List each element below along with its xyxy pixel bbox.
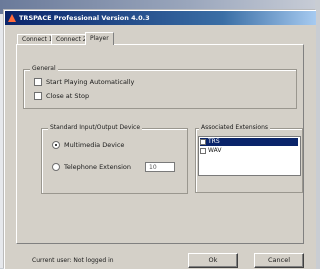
io-device-group-title: Standard Input/Output Device [48, 124, 143, 131]
cancel-button[interactable]: Cancel [254, 253, 304, 268]
start-playing-checkbox[interactable] [34, 78, 42, 86]
status-text: Current user: Not logged in [32, 257, 114, 264]
status-bar: Current user: Not logged in Ok Cancel [5, 251, 316, 269]
start-playing-label: Start Playing Automatically [46, 78, 135, 86]
app-logo-icon [8, 14, 16, 22]
window-title: TRSPACE Professional Version 4.0.3 [19, 14, 150, 22]
io-device-group: Standard Input/Output Device Multimedia … [41, 124, 188, 194]
extension-wav-checkbox[interactable] [200, 147, 206, 154]
extension-item-trs[interactable]: TRS [200, 138, 298, 146]
ok-button[interactable]: Ok [188, 253, 238, 268]
title-bar[interactable]: TRSPACE Professional Version 4.0.3 [5, 11, 316, 25]
associated-extensions-group: Associated Extensions TRS WAV [195, 124, 303, 193]
general-group: General Start Playing Automatically Clos… [23, 65, 297, 109]
extension-number-input[interactable]: 10 [145, 162, 175, 172]
extensions-list[interactable]: TRS WAV [198, 136, 301, 176]
extension-item-wav[interactable]: WAV [200, 147, 298, 155]
tab-player[interactable]: Player [85, 32, 114, 45]
settings-dialog: TRSPACE Professional Version 4.0.3 Conne… [4, 10, 316, 269]
extension-wav-label: WAV [208, 147, 222, 154]
close-at-stop-checkbox[interactable] [34, 92, 42, 100]
multimedia-device-radio[interactable] [52, 141, 60, 149]
telephone-extension-option[interactable]: Telephone Extension [52, 163, 131, 171]
start-playing-option[interactable]: Start Playing Automatically [34, 78, 134, 86]
general-group-title: General [30, 65, 58, 72]
player-tab-panel: General Start Playing Automatically Clos… [16, 44, 304, 244]
extension-trs-checkbox[interactable] [200, 138, 206, 145]
telephone-extension-label: Telephone Extension [64, 163, 131, 171]
multimedia-device-option[interactable]: Multimedia Device [52, 141, 124, 149]
multimedia-device-label: Multimedia Device [64, 141, 125, 149]
extension-trs-label: TRS [208, 138, 220, 145]
close-at-stop-option[interactable]: Close at Stop [34, 92, 89, 100]
close-at-stop-label: Close at Stop [46, 92, 90, 100]
associated-extensions-title: Associated Extensions [199, 124, 271, 131]
telephone-extension-radio[interactable] [52, 163, 60, 171]
